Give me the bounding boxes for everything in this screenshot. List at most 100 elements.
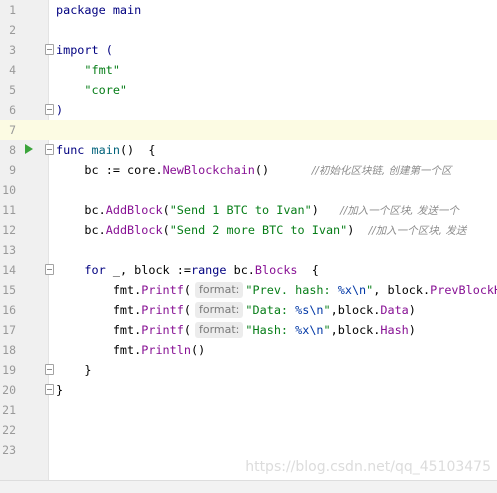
line-number: 5 (9, 83, 16, 97)
field-ref: PrevBlockH (430, 283, 497, 297)
format-verb: %x\n (337, 283, 367, 297)
code-line-7-current[interactable]: 7 (0, 120, 497, 140)
function-call: Printf (141, 303, 184, 317)
code-line-18[interactable]: 18 fmt.Println() (0, 340, 497, 360)
code-line-5[interactable]: 5 "core" (0, 80, 497, 100)
fold-end-icon[interactable] (45, 104, 54, 115)
keyword-range: range (190, 263, 227, 277)
code-text: ) (56, 100, 63, 120)
close-brace: } (84, 363, 92, 377)
watermark-text: https://blog.csdn.net/qq_45103475 (245, 459, 491, 475)
code-text: fmt.Printf(format: "Data: %s\n",block.Dat… (56, 300, 416, 320)
code-line-15[interactable]: 15 fmt.Printf(format: "Prev. hash: %x\n",… (0, 280, 497, 300)
dot: . (98, 203, 106, 217)
function-call: Printf (141, 283, 184, 297)
receiver: bc (84, 203, 99, 217)
open-paren: ( (162, 203, 170, 217)
close-paren: ) (311, 203, 319, 217)
code-line-4[interactable]: 4 "fmt" (0, 60, 497, 80)
code-text: } (56, 380, 63, 400)
code-line-21[interactable]: 21 (0, 400, 497, 420)
parameter-hint: format: (194, 282, 244, 298)
close-paren: ) (347, 223, 355, 237)
line-number: 19 (2, 363, 16, 377)
code-line-23[interactable]: 23 (0, 440, 497, 460)
code-line-17[interactable]: 17 fmt.Printf(format: "Hash: %x\n",block.… (0, 320, 497, 340)
comment: //加入一个区块, 发送 (368, 225, 467, 237)
code-text: fmt.Println() (56, 340, 205, 360)
code-line-11[interactable]: 11 bc.AddBlock("Send 1 BTC to Ivan") //加… (0, 200, 497, 220)
open-paren: ( (162, 223, 170, 237)
line-number: 22 (2, 423, 16, 437)
arg-prefix: ,block. (330, 323, 381, 337)
format-verb: %x\n (295, 323, 324, 337)
code-line-16[interactable]: 16 fmt.Printf(format: "Data: %s\n",block.… (0, 300, 497, 320)
line-number: 13 (2, 243, 16, 257)
code-line-9[interactable]: 9 bc := core.NewBlockchain() //初始化区块链, 创… (0, 160, 497, 180)
code-editor[interactable]: 1 package main 2 3 import ( 4 "fmt" 5 "c… (0, 0, 497, 480)
function-call: Println (141, 343, 191, 357)
code-text: "core" (56, 80, 127, 100)
string-literal: "Hash: (245, 323, 296, 337)
line-number: 20 (2, 383, 16, 397)
line-number: 11 (2, 203, 16, 217)
loop-vars: _, block := (105, 263, 191, 277)
code-text: package main (56, 0, 141, 20)
run-play-icon[interactable] (25, 144, 33, 154)
import-path: "core" (84, 83, 128, 97)
dot: . (155, 163, 163, 177)
code-line-3[interactable]: 3 import ( (0, 40, 497, 60)
line-number: 2 (9, 23, 16, 37)
dot: . (247, 263, 255, 277)
string-literal: "Data: (245, 303, 296, 317)
code-line-10[interactable]: 10 (0, 180, 497, 200)
field-ref: Blocks (254, 263, 298, 277)
code-line-1[interactable]: 1 package main (0, 0, 497, 20)
func-signature: () { (119, 143, 156, 157)
paren: ( (105, 43, 113, 57)
code-line-14[interactable]: 14 for _, block :=range bc.Blocks { (0, 260, 497, 280)
code-line-12[interactable]: 12 bc.AddBlock("Send 2 more BTC to Ivan"… (0, 220, 497, 240)
fold-end-icon[interactable] (45, 364, 54, 375)
fold-collapse-icon[interactable] (45, 264, 54, 275)
package-name: main (112, 3, 142, 17)
function-name: main (91, 143, 120, 157)
close-paren: ) (408, 323, 416, 337)
package-ref: fmt (112, 323, 135, 337)
code-text: for _, block :=range bc.Blocks { (56, 260, 318, 280)
method-call: AddBlock (105, 203, 163, 217)
code-line-22[interactable]: 22 (0, 420, 497, 440)
field-ref: Data (380, 303, 409, 317)
fold-end-icon[interactable] (45, 384, 54, 395)
fold-collapse-icon[interactable] (45, 144, 54, 155)
fold-collapse-icon[interactable] (45, 44, 54, 55)
code-line-20[interactable]: 20 } (0, 380, 497, 400)
comment: //初始化区块链, 创建第一个区 (311, 165, 452, 177)
line-number: 8 (9, 143, 16, 157)
import-path: "fmt" (84, 63, 120, 77)
string-literal: "Send 2 more BTC to Ivan" (169, 223, 348, 237)
code-text: bc := core.NewBlockchain() //初始化区块链, 创建第… (56, 160, 452, 180)
code-text: bc.AddBlock("Send 2 more BTC to Ivan") /… (56, 220, 466, 240)
arg-prefix: , block. (373, 283, 431, 297)
line-number: 15 (2, 283, 16, 297)
code-text: fmt.Printf(format: "Hash: %x\n",block.Has… (56, 320, 416, 340)
paren: ) (56, 103, 64, 117)
parameter-hint: format: (194, 322, 244, 338)
line-number: 12 (2, 223, 16, 237)
code-line-8[interactable]: 8 func main() { (0, 140, 497, 160)
dot: . (98, 223, 106, 237)
keyword-for: for (84, 263, 106, 277)
code-text: fmt.Printf(format: "Prev. hash: %x\n", bl… (56, 280, 497, 300)
code-line-2[interactable]: 2 (0, 20, 497, 40)
code-line-13[interactable]: 13 (0, 240, 497, 260)
line-number: 14 (2, 263, 16, 277)
code-text: func main() { (56, 140, 155, 160)
line-number: 21 (2, 403, 16, 417)
method-call: AddBlock (105, 223, 163, 237)
line-number: 6 (9, 103, 16, 117)
line-number: 9 (9, 163, 16, 177)
code-line-19[interactable]: 19 } (0, 360, 497, 380)
code-line-6[interactable]: 6 ) (0, 100, 497, 120)
close-brace: } (56, 383, 64, 397)
